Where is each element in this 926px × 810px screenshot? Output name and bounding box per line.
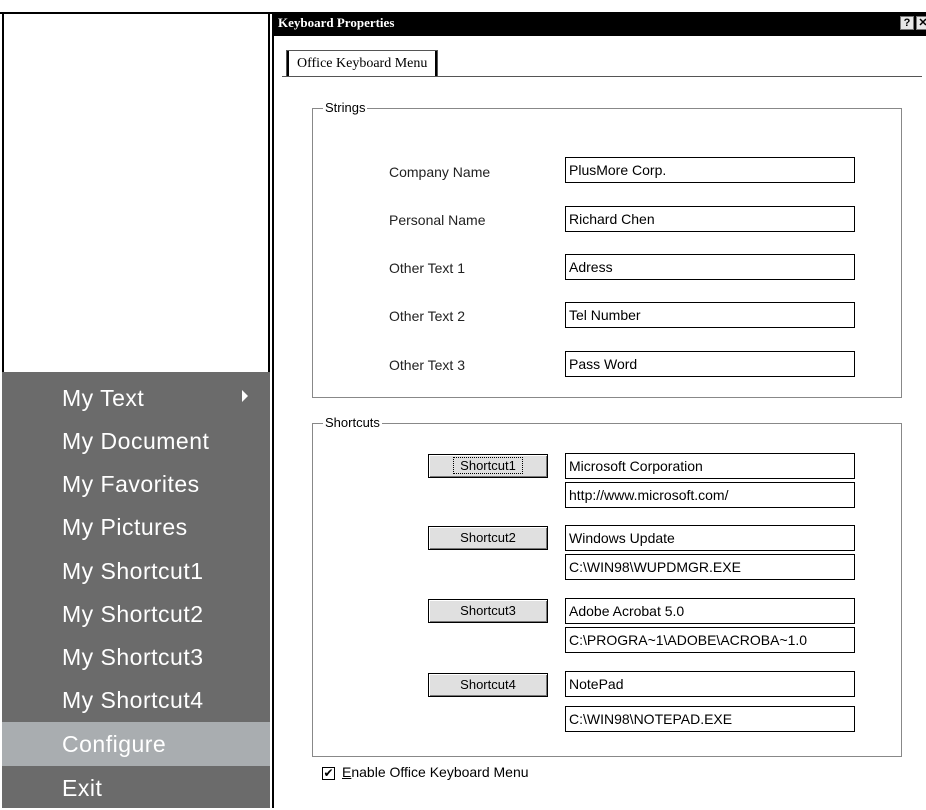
tab-divider xyxy=(282,76,922,77)
shortcut4-name-field[interactable]: NotePad xyxy=(565,671,855,697)
menu-item-exit[interactable]: Exit xyxy=(2,766,270,810)
other-text-1-field[interactable]: Adress xyxy=(565,254,855,280)
menu-item-my-pictures[interactable]: My Pictures xyxy=(2,505,270,549)
menu-item-configure[interactable]: Configure xyxy=(2,722,270,766)
tab-office-keyboard-menu[interactable]: Office Keyboard Menu xyxy=(286,50,439,77)
title-bar[interactable]: Keyboard Properties ? ✕ xyxy=(274,12,926,36)
menu-item-my-shortcut4[interactable]: My Shortcut4 xyxy=(2,678,270,722)
menu-item-my-favorites[interactable]: My Favorites xyxy=(2,462,270,506)
menu-item-label: My Text xyxy=(62,385,145,411)
menu-item-label: My Shortcut4 xyxy=(62,687,204,713)
menu-item-label: My Shortcut2 xyxy=(62,601,204,627)
company-name-field[interactable]: PlusMore Corp. xyxy=(565,157,855,183)
shortcut1-name-field[interactable]: Microsoft Corporation xyxy=(565,453,855,479)
accelerator-key: E xyxy=(342,764,352,780)
menu-item-label: My Document xyxy=(62,428,210,454)
shortcut4-path-field[interactable]: C:\WIN98\NOTEPAD.EXE xyxy=(565,706,855,732)
menu-item-label: My Favorites xyxy=(62,471,200,497)
enable-menu-label-text: nable Office Keyboard Menu xyxy=(351,764,529,780)
enable-menu-checkbox[interactable]: ✔ xyxy=(322,767,335,780)
other-text-3-field[interactable]: Pass Word xyxy=(565,351,855,377)
shortcuts-group-title: Shortcuts xyxy=(323,415,382,430)
strings-group: Strings Company Name PlusMore Corp. Pers… xyxy=(312,100,902,398)
shortcut4-button[interactable]: Shortcut4 xyxy=(428,673,548,697)
menu-item-my-shortcut1[interactable]: My Shortcut1 xyxy=(2,549,270,593)
shortcut3-path-field[interactable]: C:\PROGRA~1\ADOBE\ACROBA~1.0 xyxy=(565,627,855,653)
shortcut2-name-field[interactable]: Windows Update xyxy=(565,525,855,551)
shortcut3-name-field[interactable]: Adobe Acrobat 5.0 xyxy=(565,598,855,624)
other-text-2-label: Other Text 2 xyxy=(389,308,466,324)
shortcut2-path-field[interactable]: C:\WIN98\WUPDMGR.EXE xyxy=(565,554,855,580)
company-name-label: Company Name xyxy=(389,164,491,180)
dialog-title: Keyboard Properties xyxy=(278,15,395,30)
personal-name-label: Personal Name xyxy=(389,212,486,228)
menu-item-my-shortcut3[interactable]: My Shortcut3 xyxy=(2,635,270,679)
personal-name-field[interactable]: Richard Chen xyxy=(565,206,855,232)
other-text-3-label: Other Text 3 xyxy=(389,357,466,373)
menu-item-my-shortcut2[interactable]: My Shortcut2 xyxy=(2,592,270,636)
menu-item-label: My Shortcut1 xyxy=(62,558,204,584)
other-text-1-label: Other Text 1 xyxy=(389,260,466,276)
menu-item-label: My Shortcut3 xyxy=(62,644,204,670)
help-icon[interactable]: ? xyxy=(900,16,914,30)
shortcut3-button[interactable]: Shortcut3 xyxy=(428,599,548,623)
shortcuts-group: Shortcuts Shortcut1 Microsoft Corporatio… xyxy=(312,415,902,757)
other-text-2-field[interactable]: Tel Number xyxy=(565,302,855,328)
check-icon: ✔ xyxy=(323,766,334,780)
menu-item-label: Configure xyxy=(62,731,167,757)
shortcut2-button[interactable]: Shortcut2 xyxy=(428,526,548,550)
submenu-arrow-icon xyxy=(242,390,248,402)
strings-group-title: Strings xyxy=(323,100,368,115)
enable-menu-label[interactable]: Enable Office Keyboard Menu xyxy=(342,764,529,780)
button-label: Shortcut1 xyxy=(453,457,523,474)
keyboard-properties-dialog: Keyboard Properties ? ✕ Office Keyboard … xyxy=(272,12,926,808)
popup-menu: My Text My Document My Favorites My Pict… xyxy=(2,372,270,808)
menu-item-my-document[interactable]: My Document xyxy=(2,419,270,463)
menu-item-my-text[interactable]: My Text xyxy=(2,376,270,420)
shortcut1-path-field[interactable]: http://www.microsoft.com/ xyxy=(565,482,855,508)
close-icon[interactable]: ✕ xyxy=(916,16,926,30)
menu-item-label: Exit xyxy=(62,775,103,801)
shortcut1-button[interactable]: Shortcut1 xyxy=(428,454,548,478)
menu-item-label: My Pictures xyxy=(62,514,188,540)
